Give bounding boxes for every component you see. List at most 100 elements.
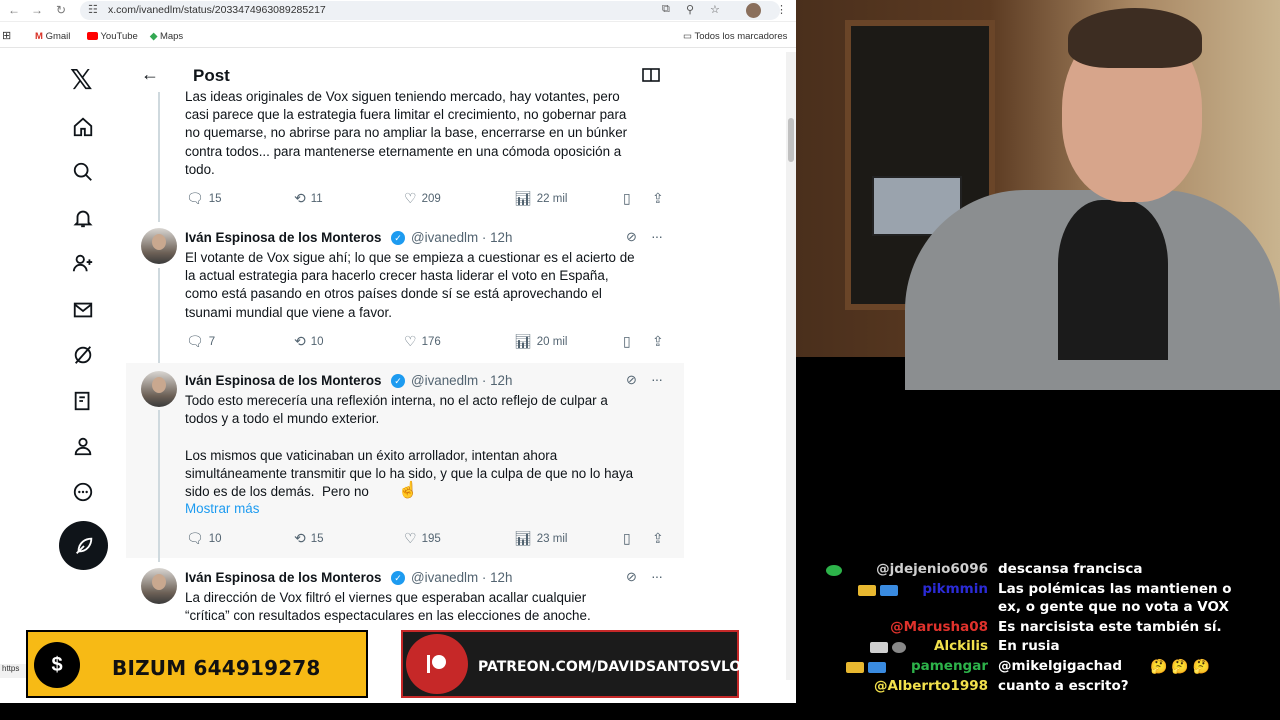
more-options-icon[interactable]: [68, 477, 98, 507]
repost-button[interactable]: ⟲ 10: [294, 333, 324, 350]
all-bookmarks[interactable]: ▭ Todos los marcadores: [683, 31, 787, 42]
bookmarks-bar: ⊞ M Gmail YouTube ◆ Maps ▭ Todos los mar…: [0, 26, 796, 48]
like-button[interactable]: ♡ 176: [404, 333, 441, 350]
chat-message-continued: ex, o gente que no vota a VOX: [820, 599, 1280, 617]
browser-window: ← → ↻ ☷ x.com/ivanedlm/status/2033474963…: [0, 0, 796, 720]
gmail-icon: M: [35, 31, 43, 42]
bookmark-icon[interactable]: ▯: [623, 190, 631, 207]
views-button[interactable]: 📊︎ 20 mil: [514, 333, 567, 350]
emote-icon: 🤔 🤔 🤔: [1150, 658, 1211, 674]
verified-icon: ✓: [391, 374, 405, 388]
author-handle[interactable]: @ivanedlm · 12h: [411, 570, 512, 585]
chat-username: pikmmin: [922, 581, 988, 597]
bookmark-maps[interactable]: ◆ Maps: [150, 31, 183, 42]
author-name[interactable]: Iván Espinosa de los Monteros: [185, 373, 381, 388]
bookmark-youtube[interactable]: YouTube: [87, 31, 138, 42]
search-icon[interactable]: [68, 157, 98, 187]
chat-message: @Alberrto1998 cuanto a escrito?: [820, 678, 1280, 696]
repost-icon: ⟲: [294, 190, 306, 206]
url-text[interactable]: x.com/ivanedlm/status/203347496308928521…: [108, 4, 326, 16]
heart-icon: ♡: [404, 333, 417, 349]
crown-badge-icon: [868, 662, 886, 673]
badge-icon: [826, 565, 842, 576]
profile-avatar[interactable]: [746, 3, 761, 18]
scrollbar-thumb[interactable]: [788, 118, 794, 162]
author-name[interactable]: Iván Espinosa de los Monteros: [185, 230, 381, 245]
bookmark-icon[interactable]: ▯: [623, 530, 631, 547]
like-button[interactable]: ♡ 195: [404, 530, 441, 547]
zoom-icon[interactable]: ⚲: [686, 3, 694, 16]
avatar[interactable]: [141, 228, 177, 264]
star-icon[interactable]: ☆: [710, 3, 720, 16]
page-title: Post: [193, 66, 230, 85]
home-icon[interactable]: [68, 112, 98, 142]
share-icon[interactable]: ⇪: [652, 190, 664, 207]
author-handle[interactable]: @ivanedlm · 12h: [411, 230, 512, 245]
thread-line: [158, 92, 160, 222]
share-icon[interactable]: ⇪: [652, 333, 664, 350]
address-bar-row: ← → ↻ ☷ x.com/ivanedlm/status/2033474963…: [0, 0, 796, 22]
reply-button[interactable]: 🗨︎ 7: [186, 333, 215, 350]
author-handle[interactable]: @ivanedlm · 12h: [411, 373, 512, 388]
bottom-bar: [0, 703, 796, 720]
repost-icon: ⟲: [294, 333, 306, 349]
crown-badge-icon: [880, 585, 898, 596]
more-icon[interactable]: ···: [651, 371, 663, 387]
badge-icon: [892, 642, 906, 653]
install-icon[interactable]: ⧉: [662, 3, 670, 16]
compose-post-button[interactable]: [59, 521, 108, 570]
avatar[interactable]: [141, 371, 177, 407]
chat-username: pamengar: [910, 658, 988, 674]
grok-explain-icon[interactable]: ⊘: [626, 372, 637, 388]
reload-icon[interactable]: ↻: [56, 3, 66, 17]
back-icon[interactable]: ←: [8, 3, 20, 17]
lists-icon[interactable]: [68, 386, 98, 416]
profile-icon[interactable]: [68, 431, 98, 461]
grok-icon[interactable]: [68, 340, 98, 370]
views-button[interactable]: 📊︎ 23 mil: [514, 530, 567, 547]
heart-icon: ♡: [404, 530, 417, 546]
eye-badge-icon: [870, 642, 888, 653]
bookmark-icon[interactable]: ▯: [623, 333, 631, 350]
follow-icon[interactable]: [68, 248, 98, 278]
chat-text: ex, o gente que no vota a VOX: [998, 599, 1229, 615]
show-more-link[interactable]: Mostrar más: [185, 501, 259, 516]
notifications-icon[interactable]: [68, 203, 98, 233]
patreon-icon: [406, 634, 468, 694]
tweet-text: Todo esto merecería una reflexión intern…: [185, 393, 634, 500]
chat-message: @Marusha08 Es narcisista este también sí…: [820, 619, 1280, 637]
share-icon[interactable]: ⇪: [652, 530, 664, 547]
chat-message: Alckilis En rusia: [820, 638, 1280, 656]
grok-explain-icon[interactable]: ⊘: [626, 229, 637, 245]
chat-username: Alckilis: [934, 638, 988, 654]
webcam-person-hair: [1068, 8, 1202, 68]
views-icon: 📊︎: [514, 190, 532, 206]
apps-icon[interactable]: ⊞: [2, 29, 11, 42]
messages-icon[interactable]: [68, 295, 98, 325]
more-icon[interactable]: ···: [651, 568, 663, 584]
chat-text: @mikelgigachad: [998, 658, 1123, 674]
verified-icon: ✓: [391, 571, 405, 585]
bookmark-gmail[interactable]: M Gmail: [35, 31, 70, 42]
views-button[interactable]: 📊︎ 22 mil: [514, 190, 567, 207]
site-info-icon[interactable]: ☷: [88, 3, 98, 16]
tweet-text: El votante de Vox sigue ahí; lo que se e…: [185, 250, 635, 320]
more-icon[interactable]: ···: [651, 228, 663, 244]
author-name[interactable]: Iván Espinosa de los Monteros: [185, 570, 381, 585]
repost-button[interactable]: ⟲ 15: [294, 530, 324, 547]
reader-icon[interactable]: [642, 68, 660, 82]
back-arrow-icon[interactable]: ←: [141, 64, 159, 85]
views-icon: 📊︎: [514, 333, 532, 349]
dollar-icon: $: [34, 642, 80, 688]
avatar[interactable]: [141, 568, 177, 604]
reply-button[interactable]: 🗨︎ 15: [186, 190, 222, 207]
menu-icon[interactable]: ⋮: [776, 3, 787, 16]
chat-username: @Alberrto1998: [873, 678, 988, 694]
repost-button[interactable]: ⟲ 11: [294, 190, 323, 207]
views-icon: 📊︎: [514, 530, 532, 546]
x-logo-icon[interactable]: 𝕏: [70, 63, 93, 96]
like-button[interactable]: ♡ 209: [404, 190, 441, 207]
grok-explain-icon[interactable]: ⊘: [626, 569, 637, 585]
reply-button[interactable]: 🗨︎ 10: [186, 530, 222, 547]
forward-icon[interactable]: →: [31, 3, 43, 17]
